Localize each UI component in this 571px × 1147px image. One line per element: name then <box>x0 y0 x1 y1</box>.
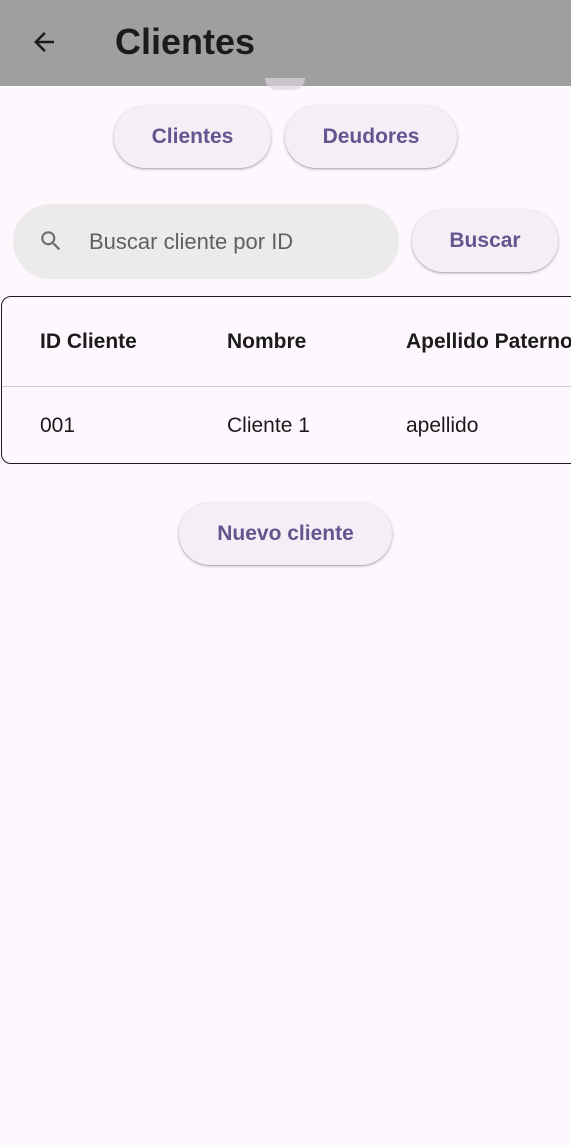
new-client-button[interactable]: Nuevo cliente <box>179 503 392 565</box>
column-header-nombre[interactable]: Nombre <box>227 330 306 354</box>
table-header-row: ID Cliente Nombre Apellido Paterno <box>2 297 571 387</box>
table-viewport[interactable]: ID Cliente Nombre Apellido Paterno 001 C… <box>0 0 571 470</box>
cell-apellido-paterno: apellido <box>406 414 479 437</box>
cell-nombre: Cliente 1 <box>227 414 310 437</box>
column-header-id[interactable]: ID Cliente <box>40 330 137 354</box>
cell-id: 001 <box>40 414 76 437</box>
table-row[interactable]: 001 Cliente 1 apellido <box>2 387 571 463</box>
column-header-apellido-paterno[interactable]: Apellido Paterno <box>406 330 571 354</box>
clients-table: ID Cliente Nombre Apellido Paterno 001 C… <box>1 296 571 464</box>
